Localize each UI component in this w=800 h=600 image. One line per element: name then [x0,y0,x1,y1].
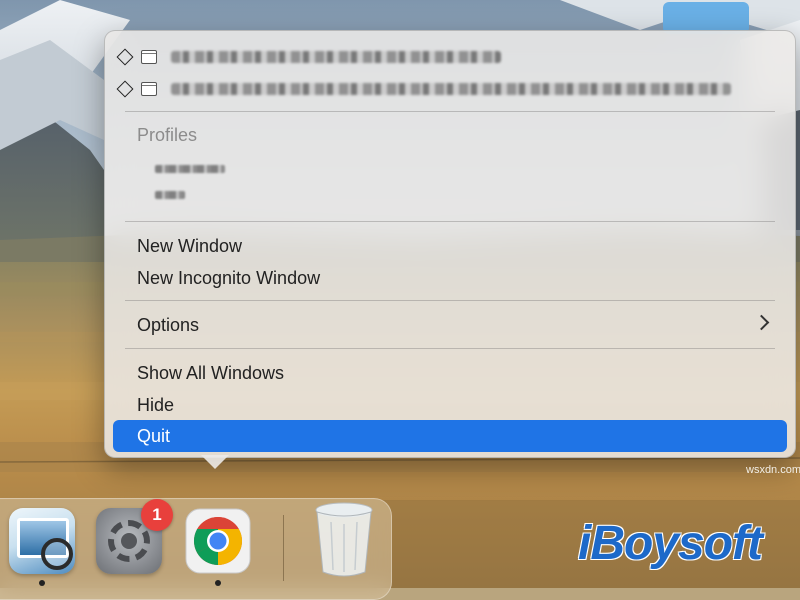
options-item[interactable]: Options [113,309,787,341]
menu-separator [125,221,775,222]
menu-pointer [201,455,229,469]
hide-label: Hide [137,394,175,415]
window-icon [141,82,157,96]
running-indicator [39,580,45,586]
running-indicator [215,580,221,586]
new-incognito-window-item[interactable]: New Incognito Window [113,262,787,294]
menu-separator [125,348,775,349]
menu-separator [125,111,775,112]
chrome-dock-menu: Profiles New Window New Incognito Window… [104,30,796,458]
dock-divider [283,515,284,581]
window-item-2[interactable] [116,73,787,105]
options-label: Options [137,314,200,335]
preview-icon[interactable] [9,508,75,574]
new-window-label: New Window [137,235,243,256]
chevron-right-icon [753,314,770,331]
menu-separator [125,300,775,301]
magnifier-graphic [41,538,73,570]
quit-label: Quit [137,425,171,446]
redacted-window-title [171,83,731,95]
site-watermark: wsxdn.com [746,464,800,476]
show-all-windows-label: Show All Windows [137,362,285,383]
new-incognito-window-label: New Incognito Window [137,267,321,288]
diamond-icon [116,48,134,66]
chrome-icon[interactable] [185,508,251,574]
redacted-profile-name[interactable] [155,165,225,173]
gear-hub [121,533,137,549]
hide-item[interactable]: Hide [113,389,787,421]
quit-item[interactable]: Quit [113,420,787,452]
window-icon [141,50,157,64]
profiles-header: Profiles [137,125,198,145]
new-window-item[interactable]: New Window [113,230,787,262]
window-item-1[interactable] [116,41,787,73]
redacted-profile-email[interactable] [155,191,185,199]
notification-badge: 1 [141,499,173,531]
redacted-window-title [171,51,501,63]
diamond-icon [116,80,134,98]
iboysoft-watermark: iBoysoft [578,517,763,570]
trash-icon[interactable] [313,500,375,578]
show-all-windows-item[interactable]: Show All Windows [113,357,787,389]
